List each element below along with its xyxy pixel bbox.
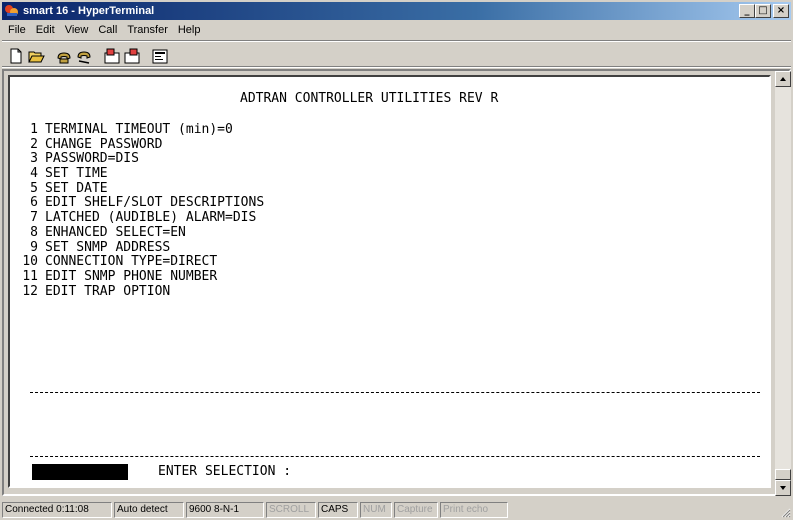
- option-number: 12: [22, 283, 38, 299]
- status-capture: Capture: [394, 502, 438, 518]
- option-number: 4: [30, 166, 38, 182]
- options-list: 1 TERMINAL TIMEOUT (min)=0 2 CHANGE PASSWOR…: [22, 122, 264, 300]
- selection-prompt: ENTER SELECTION :: [158, 464, 292, 479]
- scroll-down-button[interactable]: [775, 480, 791, 496]
- option-row: 1 TERMINAL TIMEOUT (min)=0: [22, 122, 264, 138]
- option-number: 9: [30, 239, 38, 255]
- open-icon[interactable]: [26, 46, 45, 64]
- option-row: 11 EDIT SNMP PHONE NUMBER: [22, 268, 264, 285]
- status-connected: Connected 0:11:08: [2, 502, 112, 518]
- option-number: 8: [30, 224, 38, 240]
- menu-file[interactable]: File: [3, 22, 31, 38]
- option-text: CHANGE PASSWORD: [45, 136, 163, 152]
- option-row: 10 CONNECTION TYPE=DIRECT: [22, 254, 264, 270]
- receive-icon[interactable]: [122, 46, 140, 64]
- option-text: PASSWORD=DIS: [45, 151, 139, 167]
- option-text: SET DATE: [45, 180, 108, 196]
- arrow-up-icon: [780, 77, 786, 81]
- scroll-up-button[interactable]: [775, 71, 791, 87]
- option-text: EDIT TRAP OPTION: [45, 283, 171, 299]
- dashed-divider-bottom: [30, 456, 760, 457]
- option-row: 9 SET SNMP ADDRESS: [22, 239, 264, 256]
- title-bar[interactable]: smart 16 - HyperTerminal _ □ ×: [2, 2, 791, 20]
- menu-edit[interactable]: Edit: [31, 22, 60, 38]
- toolbar-separator-bottom: [2, 66, 791, 68]
- option-number: 5: [30, 180, 38, 196]
- option-row: 12 EDIT TRAP OPTION: [22, 283, 264, 300]
- option-row: 5 SET DATE: [22, 180, 264, 197]
- status-print-echo: Print echo: [440, 502, 508, 518]
- send-icon[interactable]: [102, 46, 120, 64]
- option-text: SET TIME: [45, 166, 108, 182]
- option-text: EDIT SHELF/SLOT DESCRIPTIONS: [45, 195, 265, 211]
- vertical-scrollbar[interactable]: [775, 71, 791, 496]
- toolbar-separator: [2, 40, 791, 42]
- status-num: NUM: [360, 502, 392, 518]
- menu-bar: File Edit View Call Transfer Help: [3, 22, 205, 38]
- option-text: EDIT SNMP PHONE NUMBER: [45, 268, 218, 284]
- option-text: CONNECTION TYPE=DIRECT: [45, 254, 218, 270]
- option-number: 11: [22, 268, 38, 284]
- option-text: ENHANCED SELECT=EN: [45, 224, 186, 240]
- close-button[interactable]: ×: [773, 4, 789, 18]
- option-row: 8 ENHANCED SELECT=EN: [22, 224, 264, 241]
- status-detect: Auto detect: [114, 502, 184, 518]
- terminal-header: ADTRAN CONTROLLER UTILITIES REV R: [240, 91, 499, 106]
- option-number: 1: [30, 122, 38, 137]
- option-row: 2 CHANGE PASSWORD: [22, 136, 264, 153]
- option-number: 3: [30, 151, 38, 167]
- option-row: 7 LATCHED (AUDIBLE) ALARM=DIS: [22, 210, 264, 226]
- dashed-divider-top: [30, 392, 760, 393]
- status-bar: Connected 0:11:08 Auto detect 9600 8-N-1…: [0, 500, 793, 520]
- properties-icon[interactable]: [150, 46, 168, 64]
- status-caps: CAPS: [318, 502, 358, 518]
- arrow-down-icon: [780, 486, 786, 490]
- option-text: SET SNMP ADDRESS: [45, 239, 171, 255]
- status-scroll: SCROLL: [266, 502, 316, 518]
- menu-help[interactable]: Help: [173, 22, 206, 38]
- new-icon[interactable]: [6, 46, 24, 64]
- menu-view[interactable]: View: [60, 22, 94, 38]
- option-row: 3 PASSWORD=DIS: [22, 152, 264, 167]
- hyperterminal-app-icon[interactable]: [4, 4, 20, 18]
- menu-transfer[interactable]: Transfer: [122, 22, 173, 38]
- status-settings: 9600 8-N-1: [186, 502, 264, 518]
- option-number: 7: [30, 210, 38, 226]
- disconnect-icon[interactable]: [74, 46, 92, 64]
- toolbar: [6, 44, 170, 66]
- option-number: 10: [22, 254, 38, 270]
- option-row: 4 SET TIME: [22, 166, 264, 182]
- resize-grip-icon[interactable]: [779, 506, 791, 518]
- hyperterminal-window: smart 16 - HyperTerminal _ □ × File Edit…: [0, 0, 793, 520]
- option-number: 6: [30, 195, 38, 211]
- minimize-button[interactable]: _: [739, 4, 755, 18]
- maximize-button[interactable]: □: [755, 4, 771, 18]
- connect-icon[interactable]: [54, 46, 72, 64]
- window-title: smart 16 - HyperTerminal: [23, 5, 155, 17]
- option-number: 2: [30, 136, 38, 152]
- option-row: 6 EDIT SHELF/SLOT DESCRIPTIONS: [22, 196, 264, 211]
- option-text: TERMINAL TIMEOUT (min)=0: [45, 122, 233, 137]
- menu-call[interactable]: Call: [93, 22, 122, 38]
- scroll-thumb[interactable]: [775, 469, 791, 480]
- option-text: LATCHED (AUDIBLE) ALARM=DIS: [45, 210, 257, 226]
- input-cursor-block: [32, 464, 128, 480]
